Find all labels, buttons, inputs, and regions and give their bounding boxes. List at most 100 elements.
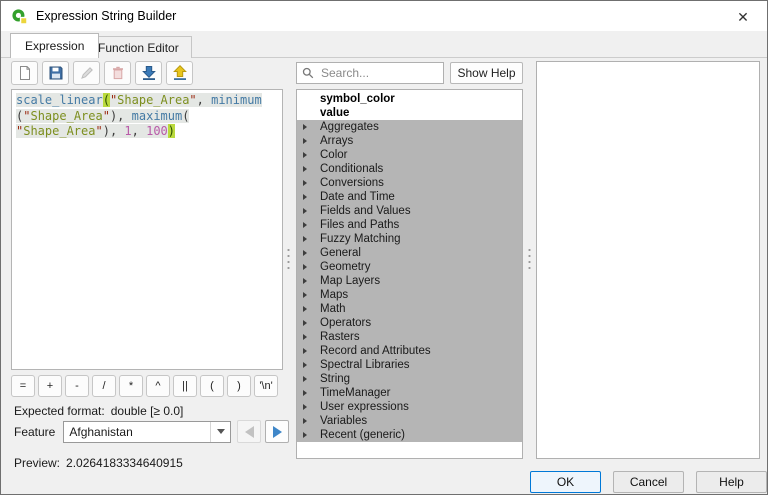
expand-arrow-icon[interactable] bbox=[303, 432, 307, 438]
function-group-item[interactable]: Map Layers bbox=[297, 274, 522, 288]
expression-editor[interactable]: scale_linear("Shape_Area", minimum ("Shap… bbox=[11, 89, 283, 370]
function-group-item[interactable]: Operators bbox=[297, 316, 522, 330]
tab-expression[interactable]: Expression bbox=[10, 33, 100, 58]
expand-arrow-icon[interactable] bbox=[303, 208, 307, 214]
previous-feature-button bbox=[237, 420, 262, 443]
function-group-item[interactable]: Aggregates bbox=[297, 120, 522, 134]
operator-button-5[interactable]: ^ bbox=[146, 375, 170, 397]
help-button[interactable]: Help bbox=[696, 471, 767, 493]
expand-arrow-icon[interactable] bbox=[303, 418, 307, 424]
operator-button-1[interactable]: + bbox=[38, 375, 62, 397]
export-expressions-button[interactable] bbox=[166, 61, 193, 85]
function-group-item[interactable]: TimeManager bbox=[297, 386, 522, 400]
function-group-item[interactable]: Fields and Values bbox=[297, 204, 522, 218]
list-item-label: Conversions bbox=[320, 177, 384, 189]
tab-function-editor[interactable]: Function Editor bbox=[85, 36, 192, 58]
function-group-item[interactable]: User expressions bbox=[297, 400, 522, 414]
function-group-item[interactable]: Variables bbox=[297, 414, 522, 428]
expand-arrow-icon[interactable] bbox=[303, 124, 307, 130]
function-group-item[interactable]: Fuzzy Matching bbox=[297, 232, 522, 246]
expand-arrow-icon[interactable] bbox=[303, 306, 307, 312]
expand-arrow-icon[interactable] bbox=[303, 362, 307, 368]
preview-row: Preview: 2.0264183334640915 bbox=[14, 456, 183, 470]
expand-arrow-icon[interactable] bbox=[303, 390, 307, 396]
code-token: 100 bbox=[146, 124, 168, 138]
save-expression-icon bbox=[48, 65, 64, 81]
new-expression-button[interactable] bbox=[11, 61, 38, 85]
arrow-cell bbox=[297, 264, 313, 270]
save-expression-button[interactable] bbox=[42, 61, 69, 85]
search-input[interactable] bbox=[319, 65, 443, 81]
operator-button-3[interactable]: / bbox=[92, 375, 116, 397]
operator-button-0[interactable]: = bbox=[11, 375, 35, 397]
chevron-down-icon bbox=[216, 429, 225, 434]
function-group-item[interactable]: Maps bbox=[297, 288, 522, 302]
close-button[interactable]: ✕ bbox=[733, 7, 753, 27]
expand-arrow-icon[interactable] bbox=[303, 166, 307, 172]
list-item-label: Arrays bbox=[320, 135, 354, 147]
function-group-item[interactable]: Recent (generic) bbox=[297, 428, 522, 442]
function-group-item[interactable]: Files and Paths bbox=[297, 218, 522, 232]
cancel-button[interactable]: Cancel bbox=[613, 471, 684, 493]
function-group-item[interactable]: General bbox=[297, 246, 522, 260]
ok-button[interactable]: OK bbox=[530, 471, 601, 493]
list-item-label: Conditionals bbox=[320, 163, 384, 175]
expand-arrow-icon[interactable] bbox=[303, 180, 307, 186]
function-group-item[interactable]: Geometry bbox=[297, 260, 522, 274]
expand-arrow-icon[interactable] bbox=[303, 320, 307, 326]
expand-arrow-icon[interactable] bbox=[303, 250, 307, 256]
expand-arrow-icon[interactable] bbox=[303, 138, 307, 144]
expand-arrow-icon[interactable] bbox=[303, 348, 307, 354]
expand-arrow-icon[interactable] bbox=[303, 152, 307, 158]
delete-expression-button bbox=[104, 61, 131, 85]
show-help-button[interactable]: Show Help bbox=[450, 62, 523, 84]
list-item-label: Geometry bbox=[320, 261, 371, 273]
function-group-item[interactable]: Conversions bbox=[297, 176, 522, 190]
arrow-left-icon bbox=[244, 425, 254, 438]
search-box[interactable] bbox=[296, 62, 444, 84]
arrow-cell bbox=[297, 292, 313, 298]
splitter-handle-left[interactable] bbox=[287, 247, 290, 269]
code-token: Shape_Area bbox=[117, 93, 190, 107]
list-item-label: Recent (generic) bbox=[320, 429, 406, 441]
operator-button-4[interactable]: * bbox=[119, 375, 143, 397]
splitter-handle-right[interactable] bbox=[528, 247, 531, 269]
import-expressions-button[interactable] bbox=[135, 61, 162, 85]
operator-button-9[interactable]: '\n' bbox=[254, 375, 278, 397]
arrow-cell bbox=[297, 180, 313, 186]
operator-button-8[interactable]: ) bbox=[227, 375, 251, 397]
combobox-dropdown-area[interactable] bbox=[210, 421, 230, 442]
expand-arrow-icon[interactable] bbox=[303, 222, 307, 228]
dialog-button-box: OK Cancel Help bbox=[530, 471, 767, 493]
function-list[interactable]: symbol_color value Aggregates Arrays Color Co… bbox=[296, 89, 523, 459]
expand-arrow-icon[interactable] bbox=[303, 376, 307, 382]
list-item-label: TimeManager bbox=[320, 387, 391, 399]
function-group-item[interactable]: Spectral Libraries bbox=[297, 358, 522, 372]
function-group-item[interactable]: Color bbox=[297, 148, 522, 162]
list-item-label: Color bbox=[320, 149, 348, 161]
arrow-cell bbox=[297, 376, 313, 382]
expand-arrow-icon[interactable] bbox=[303, 236, 307, 242]
expand-arrow-icon[interactable] bbox=[303, 292, 307, 298]
operator-button-6[interactable]: || bbox=[173, 375, 197, 397]
arrow-cell bbox=[297, 250, 313, 256]
expand-arrow-icon[interactable] bbox=[303, 264, 307, 270]
function-group-item[interactable]: String bbox=[297, 372, 522, 386]
operator-button-7[interactable]: ( bbox=[200, 375, 224, 397]
operator-button-2[interactable]: - bbox=[65, 375, 89, 397]
feature-combobox[interactable]: Afghanistan bbox=[63, 420, 232, 443]
function-group-item[interactable]: Date and Time bbox=[297, 190, 522, 204]
function-group-item[interactable]: Rasters bbox=[297, 330, 522, 344]
expand-arrow-icon[interactable] bbox=[303, 278, 307, 284]
next-feature-button[interactable] bbox=[265, 420, 290, 443]
expand-arrow-icon[interactable] bbox=[303, 194, 307, 200]
field-item[interactable]: value bbox=[297, 106, 522, 120]
expand-arrow-icon[interactable] bbox=[303, 334, 307, 340]
function-group-item[interactable]: Conditionals bbox=[297, 162, 522, 176]
field-item[interactable]: symbol_color bbox=[297, 92, 522, 106]
code-token: minimum bbox=[211, 93, 262, 107]
expand-arrow-icon[interactable] bbox=[303, 404, 307, 410]
function-group-item[interactable]: Math bbox=[297, 302, 522, 316]
function-group-item[interactable]: Record and Attributes bbox=[297, 344, 522, 358]
function-group-item[interactable]: Arrays bbox=[297, 134, 522, 148]
